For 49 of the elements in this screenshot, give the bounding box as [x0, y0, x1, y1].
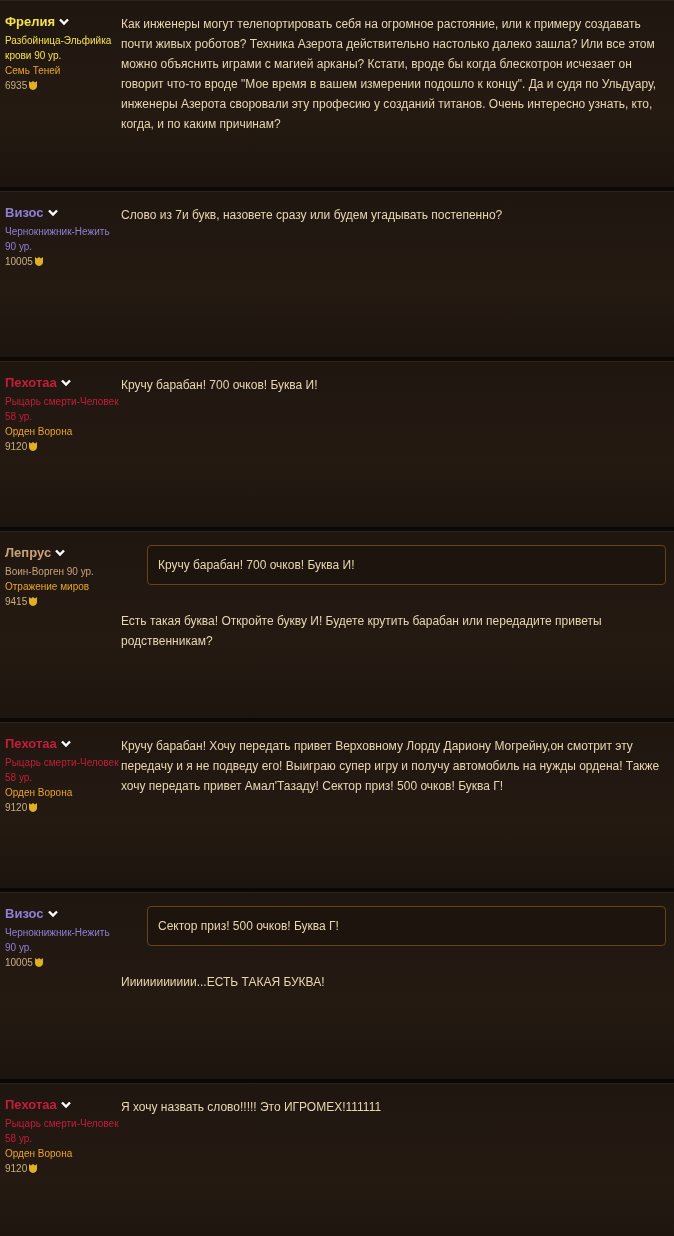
achievement-points: 10005 [5, 956, 33, 970]
achievement-points: 9120 [5, 1162, 28, 1176]
achievement-points: 6935 [5, 79, 28, 93]
chevron-down-icon[interactable] [59, 17, 70, 26]
chevron-down-icon[interactable] [60, 739, 71, 748]
author-name[interactable]: Лепрус [5, 545, 52, 560]
shield-icon [29, 1164, 38, 1173]
character-info: Рыцарь смерти-Человек 58 ур. [5, 395, 120, 424]
achievement-points: 9120 [5, 801, 28, 815]
chevron-down-icon[interactable] [60, 1100, 71, 1109]
character-info: Рыцарь смерти-Человек 58 ур. [5, 1117, 120, 1146]
guild-name: Орден Ворона [5, 786, 74, 800]
achievement-points: 9415 [5, 595, 28, 609]
character-info: Чернокнижник-Нежить 90 ур. [5, 926, 111, 955]
post-text: Как инженеры могут телепортировать себя на огромное растояние, или к примеру создавать почти живых роботов? Техника Азерота действительно настолько далеко зашла? Или все этом можно объяснить играми с магией арканы? Кстати, вроде бы когда блескотрон исчезает он говорит что-то вроде "Мое время в вашем измерении подошло к концу". Да и судя по Ульдуару, инженеры Азерота своровали эту професию у созданий титанов. Очень интересно узнать, кто, когда, и по каким причинам? [121, 16, 658, 133]
character-info: Рыцарь смерти-Человек 58 ур. [5, 756, 120, 785]
chevron-down-icon[interactable] [60, 378, 71, 387]
author-name[interactable]: Фрелия [5, 14, 56, 29]
guild-name: Орден Ворона [5, 425, 74, 439]
author-name[interactable]: Пехотаа [5, 1097, 57, 1112]
chevron-down-icon[interactable] [47, 909, 58, 918]
post-text: Есть такая буква! Откройте букву И! Будете крутить барабан или передадите приветы родственникам? [121, 613, 603, 650]
character-info: Разбойница-Эльфийка крови 90 ур. [5, 34, 113, 63]
character-info: Чернокнижник-Нежить 90 ур. [5, 225, 111, 254]
achievement-points: 9120 [5, 440, 28, 454]
guild-name: Орден Ворона [5, 1147, 74, 1161]
post-text: Кручу барабан! Хочу передать привет Верховному Лорду Дариону Могрейну,он смотрит эту передачу и я не подведу его! Выиграю супер игру и получу автомобиль на нужды ордена! Также хочу передать привет Амал'Тазаду! Сектор приз! 500 очков! Буква Г! [121, 738, 661, 795]
guild-name: Семь Теней [5, 64, 62, 78]
shield-icon [29, 597, 38, 606]
achievement-points: 10005 [5, 255, 33, 269]
guild-name: Отражение миров [5, 580, 91, 594]
character-info: Воин-Ворген 90 ур. [5, 565, 95, 579]
author-name[interactable]: Визос [5, 906, 44, 921]
shield-icon [34, 958, 43, 967]
author-name[interactable]: Пехотаа [5, 375, 57, 390]
post-text: Кручу барабан! 700 очков! Буква И! [121, 377, 319, 394]
shield-icon [29, 442, 38, 451]
author-name[interactable]: Визос [5, 205, 44, 220]
post-text: Слово из 7и букв, назовете сразу или будем угадывать постепенно? [121, 207, 504, 224]
quote-block: Сектор приз! 500 очков! Буква Г! [147, 906, 666, 946]
quote-block: Кручу барабан! 700 очков! Буква И! [147, 545, 666, 585]
shield-icon [34, 257, 43, 266]
post-text: Я хочу назвать слово!!!!! Это ИГРОМЕХ!111111 [121, 1099, 383, 1116]
post-text: Иииииииииии...ЕСТЬ ТАКАЯ БУКВА! [121, 974, 326, 991]
author-name[interactable]: Пехотаа [5, 736, 57, 751]
chevron-down-icon[interactable] [55, 548, 66, 557]
shield-icon [29, 803, 38, 812]
shield-icon [29, 81, 38, 90]
chevron-down-icon[interactable] [47, 208, 58, 217]
